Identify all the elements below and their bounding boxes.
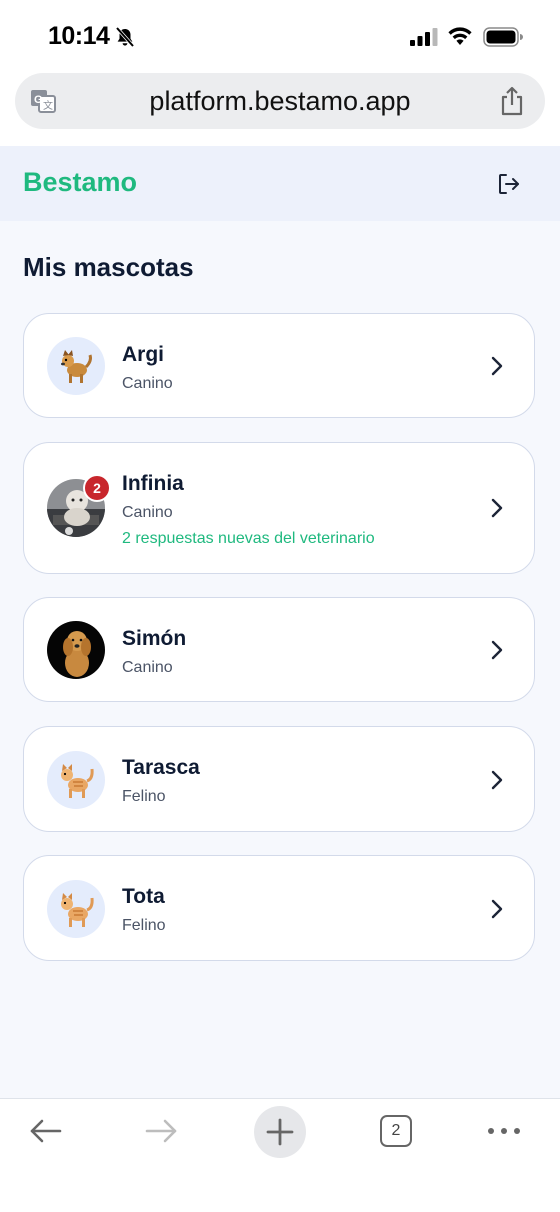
browser-toolbar: 2 bbox=[0, 1098, 560, 1212]
forward-arrow-icon[interactable] bbox=[145, 1117, 179, 1145]
notification-badge: 2 bbox=[83, 474, 111, 502]
pet-name: Infinia bbox=[122, 472, 184, 495]
chevron-right-icon bbox=[491, 899, 503, 919]
avatar-cat bbox=[47, 880, 105, 938]
cellular-signal-icon bbox=[410, 28, 438, 46]
plus-icon bbox=[266, 1118, 294, 1146]
status-bar: 10:14 bbox=[0, 0, 560, 70]
browser-address-area: G 文 platform.bestamo.app bbox=[0, 70, 560, 147]
logout-icon[interactable] bbox=[496, 171, 522, 197]
pet-species: Canino bbox=[122, 375, 173, 392]
brand-logo[interactable]: Bestamo bbox=[23, 167, 137, 198]
pet-card-infinia[interactable]: 2 Infinia Canino 2 respuestas nuevas del… bbox=[23, 442, 535, 574]
dog-icon bbox=[61, 350, 92, 383]
cat-icon bbox=[61, 893, 94, 927]
wifi-icon bbox=[448, 27, 472, 45]
pet-name: Argi bbox=[122, 343, 164, 366]
pet-species: Canino bbox=[122, 659, 173, 676]
chevron-right-icon bbox=[491, 356, 503, 376]
pet-species: Canino bbox=[122, 504, 173, 521]
pet-card-tarasca[interactable]: Tarasca Felino bbox=[23, 726, 535, 832]
vet-replies-note: 2 respuestas nuevas del veterinario bbox=[122, 530, 375, 547]
pet-name: Simón bbox=[122, 627, 187, 650]
pet-species: Felino bbox=[122, 917, 166, 934]
pet-name: Tota bbox=[122, 885, 165, 908]
status-time: 10:14 bbox=[48, 22, 110, 50]
cat-icon bbox=[61, 764, 94, 798]
avatar-photo bbox=[47, 621, 105, 679]
pet-name: Tarasca bbox=[122, 756, 200, 779]
chevron-right-icon bbox=[491, 498, 503, 518]
chevron-right-icon bbox=[491, 640, 503, 660]
new-tab-button[interactable] bbox=[254, 1106, 306, 1158]
url-text[interactable]: platform.bestamo.app bbox=[15, 86, 545, 117]
share-icon[interactable] bbox=[499, 85, 525, 117]
pet-species: Felino bbox=[122, 788, 166, 805]
pet-card-tota[interactable]: Tota Felino bbox=[23, 855, 535, 961]
pet-photo bbox=[47, 621, 105, 679]
pet-card-simon[interactable]: Simón Canino bbox=[23, 597, 535, 702]
chevron-right-icon bbox=[491, 770, 503, 790]
avatar-dog bbox=[47, 337, 105, 395]
app-header: Bestamo bbox=[0, 146, 560, 221]
avatar-cat bbox=[47, 751, 105, 809]
back-arrow-icon[interactable] bbox=[28, 1117, 62, 1145]
page-title: Mis mascotas bbox=[23, 252, 194, 282]
pet-card-argi[interactable]: Argi Canino bbox=[23, 313, 535, 418]
more-menu-icon[interactable] bbox=[486, 1126, 522, 1136]
tab-switcher-button[interactable]: 2 bbox=[380, 1115, 412, 1147]
address-bar[interactable]: G 文 platform.bestamo.app bbox=[15, 73, 545, 129]
battery-icon bbox=[483, 27, 523, 47]
bell-muted-icon bbox=[115, 26, 135, 48]
